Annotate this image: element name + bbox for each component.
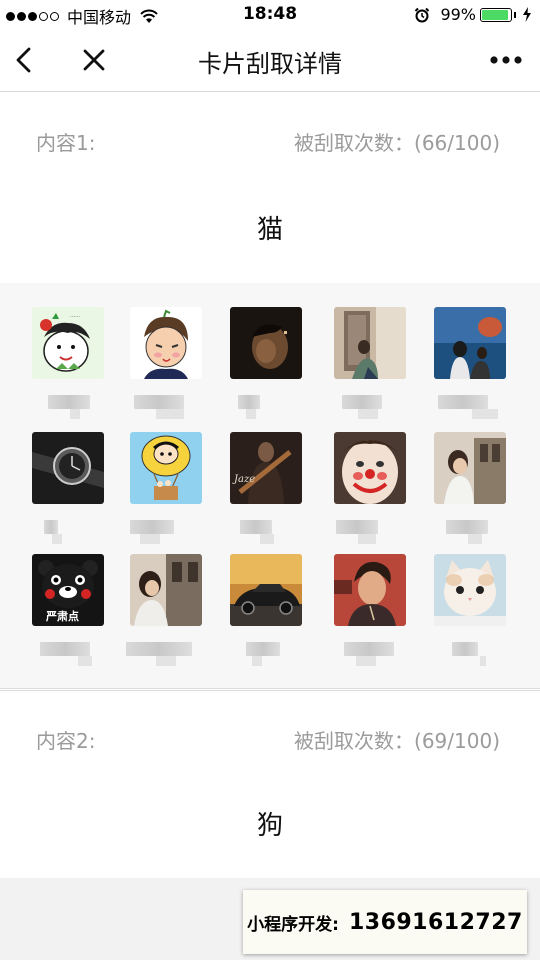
- cartoon-balloon-avatar: [130, 432, 202, 504]
- user-cell[interactable]: [320, 307, 420, 427]
- username-blurred: [336, 520, 378, 534]
- user-cell[interactable]: ……: [18, 307, 118, 427]
- dark-portrait-avatar: [230, 307, 302, 379]
- content-label: 内容2:: [36, 729, 96, 753]
- username-blurred: [44, 520, 58, 534]
- couple-sea-avatar: [434, 307, 506, 379]
- content-card-1: 内容1: 被刮取次数：(66/100) 猫: [0, 93, 540, 283]
- status-bar: 中国移动 18:48 99%: [0, 0, 540, 30]
- watch-photo-avatar: [32, 432, 104, 504]
- username-blurred: [48, 395, 90, 409]
- scratcher-grid: …… Jaze 严肃点: [0, 283, 540, 689]
- username-blurred: [40, 642, 90, 656]
- battery-tip: [514, 11, 516, 18]
- contact-label: 小程序开发:: [247, 914, 339, 935]
- user-cell[interactable]: [420, 554, 520, 674]
- user-cell[interactable]: [216, 554, 316, 674]
- user-cell[interactable]: [420, 432, 520, 552]
- username-blurred-2: [140, 534, 160, 544]
- username-blurred-2: [156, 656, 176, 666]
- user-cell[interactable]: [116, 554, 216, 674]
- sports-car-avatar: [230, 554, 302, 626]
- username-blurred: [342, 395, 382, 409]
- battery-icon: [480, 7, 512, 22]
- more-dots-icon: [490, 56, 522, 64]
- username-blurred: [344, 642, 394, 656]
- girl-street-avatar-2: [130, 554, 202, 626]
- more-button[interactable]: [486, 42, 526, 78]
- username-blurred: [126, 642, 192, 656]
- nav-bar: 卡片刮取详情: [0, 30, 540, 92]
- guitar-photo-avatar: Jaze: [230, 432, 302, 504]
- user-cell[interactable]: 严肃点: [18, 554, 118, 674]
- scratch-count: 被刮取次数：(66/100): [294, 131, 500, 155]
- cartoon-girl-avatar: ……: [32, 307, 104, 379]
- username-blurred: [246, 642, 280, 656]
- girl-street-avatar: [434, 432, 506, 504]
- charging-bolt-icon: [523, 7, 531, 22]
- cartoon-boy-avatar: [130, 307, 202, 379]
- user-cell[interactable]: [116, 432, 216, 552]
- content-label: 内容1:: [36, 131, 96, 155]
- username-blurred-2: [246, 409, 256, 419]
- man-portrait-avatar: [334, 554, 406, 626]
- username-blurred: [438, 395, 488, 409]
- user-cell[interactable]: [320, 432, 420, 552]
- battery-percentage: 99%: [440, 5, 476, 24]
- status-right: 99%: [414, 5, 532, 24]
- username-blurred-2: [472, 409, 498, 419]
- scratch-count: 被刮取次数：(69/100): [294, 729, 500, 753]
- user-cell[interactable]: [320, 554, 420, 674]
- page-title: 卡片刮取详情: [198, 50, 342, 78]
- username-blurred-2: [358, 409, 378, 419]
- user-cell[interactable]: [216, 307, 316, 427]
- username-blurred: [130, 520, 174, 534]
- username-blurred-2: [358, 534, 376, 544]
- user-cell[interactable]: Jaze: [216, 432, 316, 552]
- content-word: 猫: [256, 215, 283, 245]
- developer-contact-banner: 小程序开发: 13691612727: [243, 890, 527, 954]
- kumamon-avatar: 严肃点: [32, 554, 104, 626]
- username-blurred-2: [468, 534, 482, 544]
- user-cell[interactable]: [420, 307, 520, 427]
- contact-phone: 13691612727: [348, 909, 523, 935]
- white-kitten-avatar: [434, 554, 506, 626]
- couple-photo-avatar: [334, 307, 406, 379]
- alarm-icon: [415, 7, 430, 22]
- content-word: 狗: [256, 811, 283, 841]
- user-cell[interactable]: [18, 432, 118, 552]
- username-blurred: [238, 395, 260, 409]
- username-blurred-2: [70, 409, 80, 419]
- svg-text:Jaze: Jaze: [232, 474, 255, 485]
- svg-text:严肃点: 严肃点: [45, 609, 79, 623]
- username-blurred-2: [260, 534, 274, 544]
- username-blurred-2: [52, 534, 62, 544]
- username-blurred: [452, 642, 478, 656]
- username-blurred: [134, 395, 184, 409]
- username-blurred-2: [480, 656, 486, 666]
- username-blurred-2: [78, 656, 92, 666]
- user-cell[interactable]: [116, 307, 216, 427]
- clown-face-avatar: [334, 432, 406, 504]
- username-blurred-2: [156, 409, 184, 419]
- username-blurred-2: [252, 656, 262, 666]
- svg-text:……: ……: [70, 313, 80, 319]
- username-blurred: [446, 520, 488, 534]
- content-card-2: 内容2: 被刮取次数：(69/100) 狗: [0, 690, 540, 878]
- username-blurred: [240, 520, 272, 534]
- username-blurred-2: [356, 656, 376, 666]
